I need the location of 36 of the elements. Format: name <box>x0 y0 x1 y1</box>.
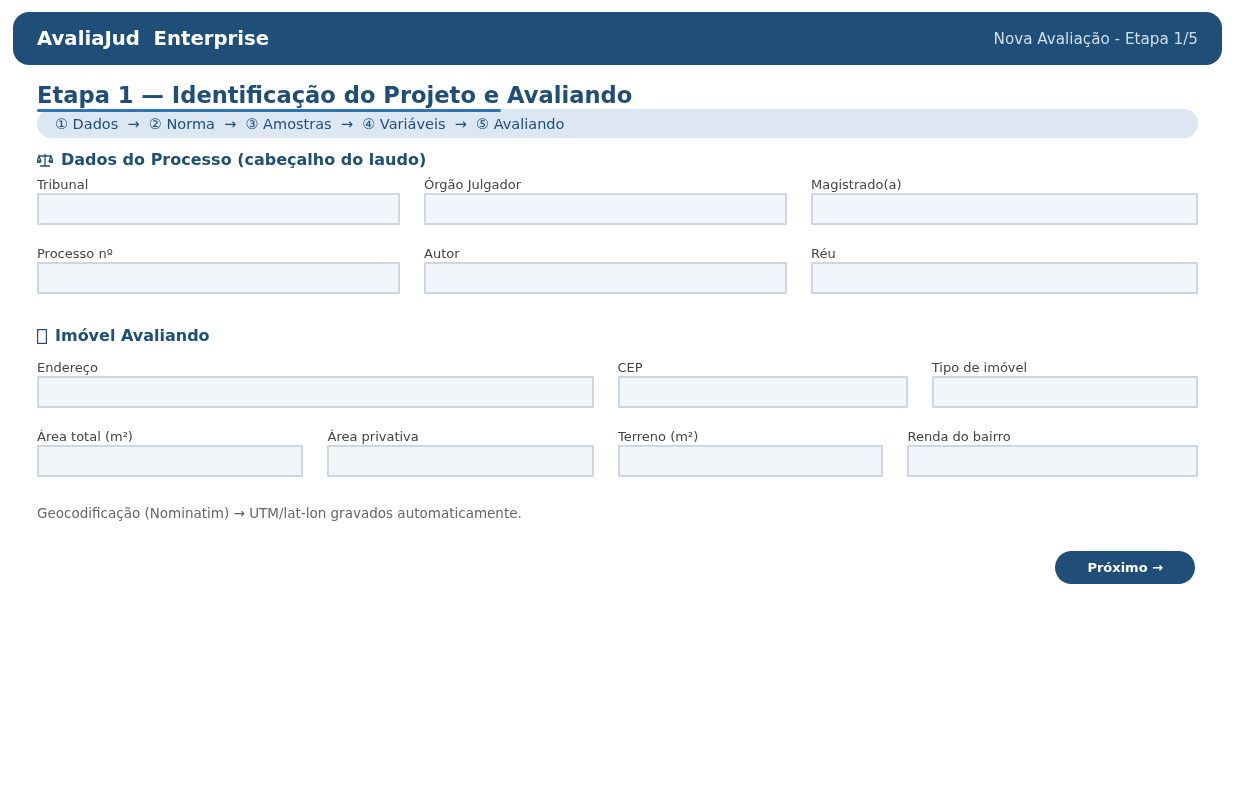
next-button[interactable]: Próximo → <box>1055 551 1195 584</box>
step-list: ① Dados → ② Norma → ③ Amostras → ④ Variáveis → ⑤ Avaliando <box>55 116 565 133</box>
app-title: AvaliaJud Enterprise <box>37 26 270 51</box>
input-field[interactable] <box>327 445 594 477</box>
field-label: Área total (m²) <box>37 429 134 445</box>
field-label: Tipo de imóvel <box>931 360 1029 376</box>
input-field[interactable] <box>37 445 304 477</box>
field-label: Terreno (m²) <box>617 429 700 445</box>
page-title: Etapa 1 — Identificação do Projeto e Avaliando <box>37 82 633 108</box>
section-heading: Dados do Processo (cabeçalho do laudo) <box>61 150 427 170</box>
glyph-box-icon <box>37 328 47 344</box>
field-label: CEP <box>617 360 644 376</box>
input-field[interactable] <box>37 193 400 225</box>
input-field[interactable] <box>811 193 1198 225</box>
input-field[interactable] <box>37 262 400 294</box>
field-label: Tribunal <box>37 177 90 193</box>
field-label: Réu <box>811 246 837 262</box>
input-field[interactable] <box>931 376 1198 408</box>
input-field[interactable] <box>424 262 787 294</box>
input-field[interactable] <box>424 193 787 225</box>
input-field[interactable] <box>617 445 884 477</box>
field-label: Magistrado(a) <box>811 177 903 193</box>
input-field[interactable] <box>617 376 908 408</box>
input-field[interactable] <box>811 262 1198 294</box>
field-label: Processo nº <box>37 246 114 262</box>
field-label: Endereço <box>37 360 99 376</box>
field-label: Autor <box>424 246 461 262</box>
input-field[interactable] <box>907 445 1198 477</box>
field-label: Órgão Julgador <box>424 177 523 193</box>
step-indicator: Nova Avaliação - Etapa 1/5 <box>993 29 1198 48</box>
geocoding-note: Geocodificação (Nominatim) → UTM/lat-lon gravados automaticamente. <box>37 505 522 521</box>
input-field[interactable] <box>37 376 594 408</box>
field-label: Área privativa <box>327 429 420 445</box>
field-label: Renda do bairro <box>907 429 1012 445</box>
scale-icon <box>37 153 53 167</box>
section-heading: Imóvel Avaliando <box>55 326 210 346</box>
